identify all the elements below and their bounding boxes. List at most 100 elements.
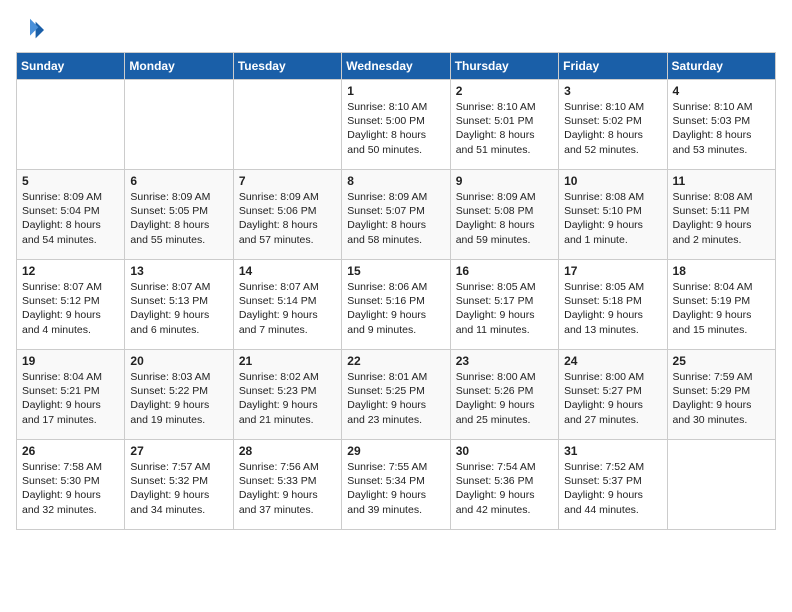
day-info: and 39 minutes. bbox=[347, 503, 444, 517]
day-number: 22 bbox=[347, 354, 444, 368]
day-info: and 34 minutes. bbox=[130, 503, 227, 517]
calendar-cell: 31Sunrise: 7:52 AMSunset: 5:37 PMDayligh… bbox=[559, 440, 667, 530]
day-info: Sunrise: 8:09 AM bbox=[130, 190, 227, 204]
day-info: Sunset: 5:29 PM bbox=[673, 384, 770, 398]
calendar-cell: 14Sunrise: 8:07 AMSunset: 5:14 PMDayligh… bbox=[233, 260, 341, 350]
calendar-cell: 25Sunrise: 7:59 AMSunset: 5:29 PMDayligh… bbox=[667, 350, 775, 440]
day-info: and 44 minutes. bbox=[564, 503, 661, 517]
day-number: 8 bbox=[347, 174, 444, 188]
day-info: Sunrise: 8:09 AM bbox=[456, 190, 553, 204]
day-info: and 57 minutes. bbox=[239, 233, 336, 247]
header-thursday: Thursday bbox=[450, 53, 558, 80]
day-info: Sunrise: 8:01 AM bbox=[347, 370, 444, 384]
calendar-cell: 17Sunrise: 8:05 AMSunset: 5:18 PMDayligh… bbox=[559, 260, 667, 350]
day-info: Sunset: 5:16 PM bbox=[347, 294, 444, 308]
logo-icon bbox=[16, 16, 44, 44]
calendar-week-2: 5Sunrise: 8:09 AMSunset: 5:04 PMDaylight… bbox=[17, 170, 776, 260]
day-number: 20 bbox=[130, 354, 227, 368]
day-info: Sunset: 5:02 PM bbox=[564, 114, 661, 128]
day-number: 2 bbox=[456, 84, 553, 98]
header-sunday: Sunday bbox=[17, 53, 125, 80]
day-info: Sunrise: 7:57 AM bbox=[130, 460, 227, 474]
logo bbox=[16, 16, 48, 44]
calendar-cell: 5Sunrise: 8:09 AMSunset: 5:04 PMDaylight… bbox=[17, 170, 125, 260]
day-info: Sunrise: 8:02 AM bbox=[239, 370, 336, 384]
day-info: and 37 minutes. bbox=[239, 503, 336, 517]
calendar-cell: 11Sunrise: 8:08 AMSunset: 5:11 PMDayligh… bbox=[667, 170, 775, 260]
day-info: Sunset: 5:18 PM bbox=[564, 294, 661, 308]
day-info: and 30 minutes. bbox=[673, 413, 770, 427]
day-info: and 23 minutes. bbox=[347, 413, 444, 427]
day-number: 24 bbox=[564, 354, 661, 368]
day-info: Sunset: 5:27 PM bbox=[564, 384, 661, 398]
calendar-cell: 21Sunrise: 8:02 AMSunset: 5:23 PMDayligh… bbox=[233, 350, 341, 440]
calendar-cell: 28Sunrise: 7:56 AMSunset: 5:33 PMDayligh… bbox=[233, 440, 341, 530]
day-info: Daylight: 9 hours bbox=[239, 398, 336, 412]
day-info: Sunrise: 8:08 AM bbox=[673, 190, 770, 204]
day-info: Sunset: 5:08 PM bbox=[456, 204, 553, 218]
calendar-cell: 16Sunrise: 8:05 AMSunset: 5:17 PMDayligh… bbox=[450, 260, 558, 350]
header-wednesday: Wednesday bbox=[342, 53, 450, 80]
day-info: Daylight: 9 hours bbox=[673, 218, 770, 232]
day-number: 12 bbox=[22, 264, 119, 278]
day-info: Daylight: 9 hours bbox=[456, 488, 553, 502]
day-info: Sunrise: 8:10 AM bbox=[564, 100, 661, 114]
day-info: Daylight: 9 hours bbox=[673, 308, 770, 322]
day-info: Daylight: 9 hours bbox=[456, 398, 553, 412]
calendar-cell bbox=[17, 80, 125, 170]
calendar-cell bbox=[125, 80, 233, 170]
calendar-table: SundayMondayTuesdayWednesdayThursdayFrid… bbox=[16, 52, 776, 530]
calendar-cell: 7Sunrise: 8:09 AMSunset: 5:06 PMDaylight… bbox=[233, 170, 341, 260]
day-info: Sunrise: 8:06 AM bbox=[347, 280, 444, 294]
day-number: 5 bbox=[22, 174, 119, 188]
day-info: Daylight: 9 hours bbox=[456, 308, 553, 322]
day-info: Sunrise: 8:04 AM bbox=[673, 280, 770, 294]
day-info: Sunset: 5:21 PM bbox=[22, 384, 119, 398]
calendar-cell: 26Sunrise: 7:58 AMSunset: 5:30 PMDayligh… bbox=[17, 440, 125, 530]
day-info: Sunset: 5:30 PM bbox=[22, 474, 119, 488]
day-number: 23 bbox=[456, 354, 553, 368]
day-info: Sunset: 5:37 PM bbox=[564, 474, 661, 488]
day-info: Sunrise: 8:09 AM bbox=[239, 190, 336, 204]
day-info: Daylight: 9 hours bbox=[673, 398, 770, 412]
calendar-cell: 30Sunrise: 7:54 AMSunset: 5:36 PMDayligh… bbox=[450, 440, 558, 530]
day-info: Daylight: 8 hours bbox=[130, 218, 227, 232]
day-info: and 1 minute. bbox=[564, 233, 661, 247]
day-info: Sunrise: 8:10 AM bbox=[347, 100, 444, 114]
day-number: 31 bbox=[564, 444, 661, 458]
day-info: Sunrise: 8:10 AM bbox=[673, 100, 770, 114]
day-info: Sunset: 5:06 PM bbox=[239, 204, 336, 218]
header-friday: Friday bbox=[559, 53, 667, 80]
day-number: 29 bbox=[347, 444, 444, 458]
day-info: Sunrise: 7:52 AM bbox=[564, 460, 661, 474]
day-info: Daylight: 9 hours bbox=[22, 308, 119, 322]
day-number: 11 bbox=[673, 174, 770, 188]
calendar-cell: 10Sunrise: 8:08 AMSunset: 5:10 PMDayligh… bbox=[559, 170, 667, 260]
day-info: Sunrise: 8:09 AM bbox=[347, 190, 444, 204]
calendar-week-3: 12Sunrise: 8:07 AMSunset: 5:12 PMDayligh… bbox=[17, 260, 776, 350]
day-number: 21 bbox=[239, 354, 336, 368]
day-info: and 55 minutes. bbox=[130, 233, 227, 247]
calendar-header-row: SundayMondayTuesdayWednesdayThursdayFrid… bbox=[17, 53, 776, 80]
day-info: and 32 minutes. bbox=[22, 503, 119, 517]
day-info: Daylight: 9 hours bbox=[130, 398, 227, 412]
day-number: 25 bbox=[673, 354, 770, 368]
day-info: and 13 minutes. bbox=[564, 323, 661, 337]
calendar-cell: 29Sunrise: 7:55 AMSunset: 5:34 PMDayligh… bbox=[342, 440, 450, 530]
day-number: 9 bbox=[456, 174, 553, 188]
day-info: Sunset: 5:22 PM bbox=[130, 384, 227, 398]
day-info: Sunrise: 8:07 AM bbox=[22, 280, 119, 294]
calendar-cell: 2Sunrise: 8:10 AMSunset: 5:01 PMDaylight… bbox=[450, 80, 558, 170]
day-info: Sunrise: 7:56 AM bbox=[239, 460, 336, 474]
header-saturday: Saturday bbox=[667, 53, 775, 80]
header-monday: Monday bbox=[125, 53, 233, 80]
day-info: and 19 minutes. bbox=[130, 413, 227, 427]
day-number: 27 bbox=[130, 444, 227, 458]
day-info: Daylight: 9 hours bbox=[130, 308, 227, 322]
day-info: Sunset: 5:33 PM bbox=[239, 474, 336, 488]
day-number: 16 bbox=[456, 264, 553, 278]
calendar-cell bbox=[233, 80, 341, 170]
day-info: Daylight: 9 hours bbox=[239, 308, 336, 322]
day-number: 30 bbox=[456, 444, 553, 458]
day-info: and 27 minutes. bbox=[564, 413, 661, 427]
